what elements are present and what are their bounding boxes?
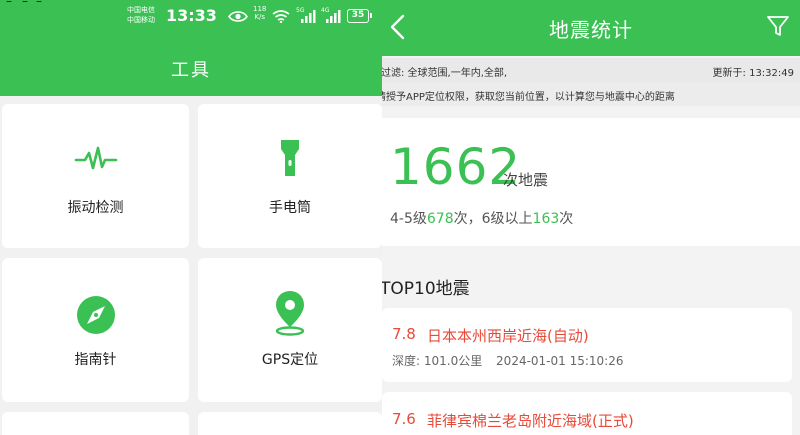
status-time: 13:33 (166, 6, 217, 25)
quake-meta: 深度: 101.0公里 2024-01-01 15:10:26 (392, 352, 634, 369)
count-6-plus: 163 (532, 211, 560, 227)
tool-card-partial[interactable] (2, 412, 189, 435)
quake-place: 菲律宾棉兰老岛附近海域(正式) (427, 412, 634, 430)
status-fragment: – (36, 0, 42, 8)
carrier-1: 中国电信 (127, 6, 155, 14)
tool-label: 手电筒 (269, 200, 311, 216)
signal-bars-icon (326, 10, 341, 23)
tool-compass-card[interactable]: 指南针 (2, 258, 189, 402)
stats-summary-card: 1662 次地震 4-5级678次，6级以上163次 (382, 118, 800, 246)
carrier-labels: 中国电信 中国移动 (127, 5, 155, 25)
tool-label: 振动检测 (67, 200, 124, 216)
status-fragment: – (22, 0, 28, 8)
signal-1-icon: 5G (296, 7, 318, 23)
magnitude-breakdown: 4-5级678次，6级以上163次 (390, 208, 573, 228)
quake-stats-screen: 地震统计 过滤: 全球范围,一年内,全部, 更新于: 13:32:49 请授予A… (382, 0, 800, 435)
breakdown-prefix: 4-5级 (390, 211, 427, 227)
signal-bars-icon (301, 10, 316, 23)
tool-label: 指南针 (74, 352, 117, 368)
filter-summary[interactable]: 过滤: 全球范围,一年内,全部, 更新于: 13:32:49 (382, 58, 800, 82)
tool-card-partial[interactable] (198, 412, 382, 435)
battery-indicator: 35 (347, 9, 372, 23)
quake-list-item[interactable]: 7.8 日本本州西岸近海(自动) 深度: 101.0公里 2024-01-01 … (382, 308, 792, 382)
updated-time: 更新于: 13:32:49 (712, 68, 794, 79)
quake-time: 2024-01-01 15:10:26 (496, 354, 624, 368)
pulse-icon (74, 146, 117, 170)
status-bar: – – – 中国电信 中国移动 13:33 118 K/s 5G 4G 35 (0, 0, 382, 34)
breakdown-mid: 次，6级以上 (453, 211, 533, 227)
eye-icon (228, 11, 248, 22)
quake-magnitude: 7.6 (392, 410, 416, 428)
tool-gps-card[interactable]: GPS定位 (198, 258, 382, 402)
location-pin-icon (275, 291, 305, 336)
compass-icon (76, 296, 115, 334)
hint-text: 请授予APP定位权限，获取您当前位置，以计算您与地震中心的距离 (382, 92, 675, 103)
tools-screen: – – – 中国电信 中国移动 13:33 118 K/s 5G 4G 35 工… (0, 0, 382, 435)
speed-unit: K/s (254, 13, 265, 21)
quake-list-item[interactable]: 7.6 菲律宾棉兰老岛附近海域(正式) (382, 392, 792, 435)
tool-label: GPS定位 (261, 352, 319, 368)
filter-text: 过滤: 全球范围,一年内,全部, (382, 68, 508, 79)
tool-flashlight-card[interactable]: 手电筒 (198, 104, 382, 248)
tool-vibration-card[interactable]: 振动检测 (2, 104, 189, 248)
page-title: 地震统计 (549, 18, 633, 42)
signal-2-icon: 4G (321, 7, 343, 23)
network-speed: 118 K/s (253, 5, 266, 21)
total-quake-count: 1662 (390, 138, 522, 196)
quake-depth: 深度: 101.0公里 (392, 354, 483, 368)
top10-heading: TOP10地震 (382, 279, 470, 299)
filter-icon[interactable] (766, 14, 790, 38)
breakdown-suffix: 次 (559, 211, 574, 227)
quake-place: 日本本州西岸近海(自动) (427, 327, 589, 345)
wifi-icon (272, 10, 290, 23)
page-title: 工具 (171, 60, 211, 81)
carrier-2: 中国移动 (127, 16, 155, 24)
screenshot: – – – 中国电信 中国移动 13:33 118 K/s 5G 4G 35 工… (0, 0, 800, 435)
location-permission-hint[interactable]: 请授予APP定位权限，获取您当前位置，以计算您与地震中心的距离 (382, 82, 800, 106)
status-fragment: – (6, 0, 12, 8)
count-4-5: 678 (426, 211, 454, 227)
speed-value: 118 (253, 5, 267, 13)
flashlight-icon (281, 140, 299, 176)
total-quake-unit: 次地震 (503, 171, 549, 189)
quake-magnitude: 7.8 (392, 325, 416, 343)
